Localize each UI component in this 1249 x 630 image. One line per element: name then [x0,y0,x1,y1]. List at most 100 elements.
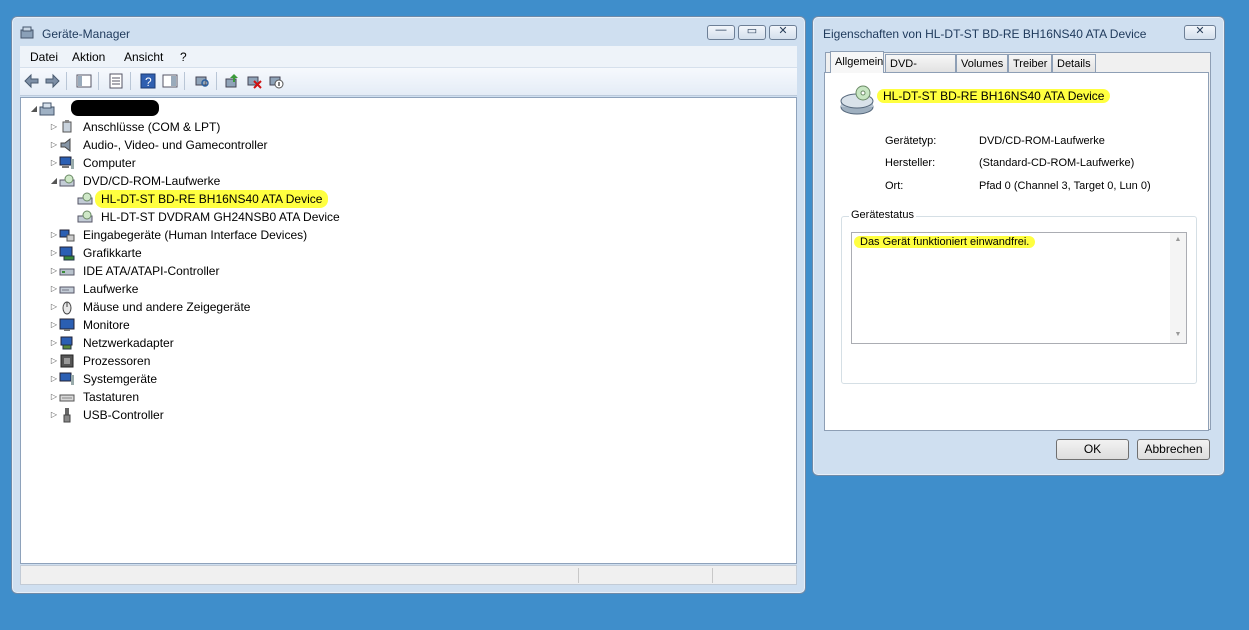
expand-icon[interactable]: ▷ [49,334,59,352]
properties-icon[interactable] [108,73,124,89]
field-value-type: DVD/CD-ROM-Laufwerke [979,135,1105,147]
status-scrollbar[interactable]: ▲ ▼ [1170,233,1186,343]
update-driver-icon[interactable] [224,73,240,89]
expand-icon[interactable]: ▷ [49,388,59,406]
tree-category-item[interactable]: ▷ IDE ATA/ATAPI-Controller [49,262,449,280]
tree-device-item[interactable]: HL-DT-ST BD-RE BH16NS40 ATA Device [67,190,467,208]
menu-help[interactable]: ? [180,50,187,64]
dialog-title-bar[interactable]: Eigenschaften von HL-DT-ST BD-RE BH16NS4… [813,17,1224,47]
tree-category-item[interactable]: ▷ Mäuse und andere Zeigegeräte [49,298,449,316]
tree-category-item[interactable]: ▷ Netzwerkadapter [49,334,449,352]
device-status-title: Gerätestatus [849,209,916,221]
keyboard-icon [59,394,75,402]
tab-driver[interactable]: Treiber [1008,54,1052,72]
device-status-text: Das Gerät funktioniert einwandfrei. [854,236,1036,248]
field-label-manufacturer: Hersteller: [885,157,936,169]
field-label-location: Ort: [885,180,904,192]
expand-icon[interactable]: ▷ [49,262,59,280]
expand-icon[interactable]: ▷ [49,136,59,154]
expand-icon[interactable]: ▷ [49,226,59,244]
tree-category-item[interactable]: ▷ Eingabegeräte (Human Interface Devices) [49,226,449,244]
tree-category-item[interactable]: ▷ Systemgeräte [49,370,449,388]
minimize-button[interactable]: — [707,24,735,40]
disk-drive-icon [59,286,75,294]
tree-category-item[interactable]: ▷ Anschlüsse (COM & LPT) [49,118,449,136]
help-icon[interactable]: ? [140,73,156,89]
expand-icon[interactable]: ▷ [49,118,59,136]
collapse-icon[interactable]: ◢ [49,172,59,190]
menu-view[interactable]: Ansicht [124,50,163,64]
field-value-location: Pfad 0 (Channel 3, Target 0, Lun 0) [979,180,1151,192]
menu-action[interactable]: Aktion [72,50,105,64]
device-status-group: Gerätestatus Das Gerät funktioniert einw… [841,209,1197,384]
device-manager-icon [20,26,34,39]
expand-icon[interactable]: ▷ [49,280,59,298]
device-manager-window: Geräte-Manager — ▭ ✕ Datei Aktion Ansich… [11,16,806,594]
device-tree[interactable]: ◢ ▷ Anschlüsse (COM & LPT) ▷ Audio-, Video-… [20,97,797,564]
expand-icon[interactable]: ▷ [49,244,59,262]
port-icon [62,120,72,133]
expand-icon[interactable]: ▷ [49,352,59,370]
network-adapter-icon [60,336,73,350]
tree-root[interactable]: ◢ [29,100,189,118]
tree-category-item[interactable]: ◢ DVD/CD-ROM-Laufwerke [49,172,449,190]
system-device-icon [59,372,74,385]
tab-dvd-region[interactable]: DVD-Region [885,54,956,88]
field-label-type: Gerätetyp: [885,135,937,147]
ok-button[interactable]: OK [1056,439,1129,460]
tab-details[interactable]: Details [1052,54,1096,72]
expand-icon[interactable]: ▷ [49,316,59,334]
tree-category-item[interactable]: ▷ Monitore [49,316,449,334]
expand-icon[interactable]: ▷ [49,370,59,388]
tree-device-item[interactable]: HL-DT-ST DVDRAM GH24NSB0 ATA Device [67,208,467,226]
hid-icon [59,229,75,242]
cancel-button[interactable]: Abbrechen [1137,439,1210,460]
scroll-up-icon[interactable]: ▲ [1170,236,1186,243]
collapse-icon[interactable]: ◢ [29,100,39,118]
maximize-button[interactable]: ▭ [738,25,766,40]
usb-icon [63,408,71,423]
tree-item-label: Anschlüsse (COM & LPT) [83,120,221,134]
title-bar[interactable]: Geräte-Manager — ▭ ✕ [12,17,805,47]
disable-device-icon[interactable] [268,73,284,89]
optical-drive-icon [77,192,93,205]
optical-drive-icon [59,174,75,187]
tree-category-item[interactable]: ▷ Laufwerke [49,280,449,298]
redacted-computer-name [71,100,159,116]
expand-icon[interactable]: ▷ [49,298,59,316]
display-adapter-icon [59,246,75,261]
tree-category-item[interactable]: ▷ Prozessoren [49,352,449,370]
scroll-down-icon[interactable]: ▼ [1170,331,1186,338]
close-icon: ✕ [1195,25,1205,37]
minimize-icon: — [715,24,727,36]
tree-category-item[interactable]: ▷ Grafikkarte [49,244,449,262]
tree-item-label: Monitore [83,318,130,332]
action-pane-icon[interactable] [162,73,178,89]
expand-icon[interactable]: ▷ [49,154,59,172]
tree-category-item[interactable]: ▷ Tastaturen [49,388,449,406]
tree-item-label: Netzwerkadapter [83,336,174,350]
tree-category-item[interactable]: ▷ USB-Controller [49,406,449,424]
tree-category-item[interactable]: ▷ Audio-, Video- und Gamecontroller [49,136,449,154]
ide-controller-icon [59,268,75,276]
tree-item-label: Eingabegeräte (Human Interface Devices) [83,228,308,242]
tree-item-label: DVD/CD-ROM-Laufwerke [83,174,221,188]
optical-drive-large-icon [840,85,874,115]
close-button[interactable]: ✕ [769,25,797,40]
tab-general[interactable]: Allgemein [830,51,884,73]
tab-volumes[interactable]: Volumes [956,54,1008,72]
device-status-textbox[interactable]: Das Gerät funktioniert einwandfrei. ▲ ▼ [851,232,1187,344]
scan-hardware-icon[interactable] [194,73,210,89]
dialog-close-button[interactable]: ✕ [1184,25,1216,40]
monitor-icon [59,318,75,331]
uninstall-icon[interactable] [246,73,262,89]
forward-icon[interactable] [44,73,60,89]
back-icon[interactable] [24,73,40,89]
menu-file[interactable]: Datei [30,50,58,64]
optical-drive-icon [77,210,93,223]
tree-category-item[interactable]: ▷ Computer [49,154,449,172]
tree-item-label: HL-DT-ST DVDRAM GH24NSB0 ATA Device [101,210,340,224]
expand-icon[interactable]: ▷ [49,406,59,424]
console-tree-icon[interactable] [76,73,92,89]
tree-item-label: Tastaturen [83,390,140,404]
